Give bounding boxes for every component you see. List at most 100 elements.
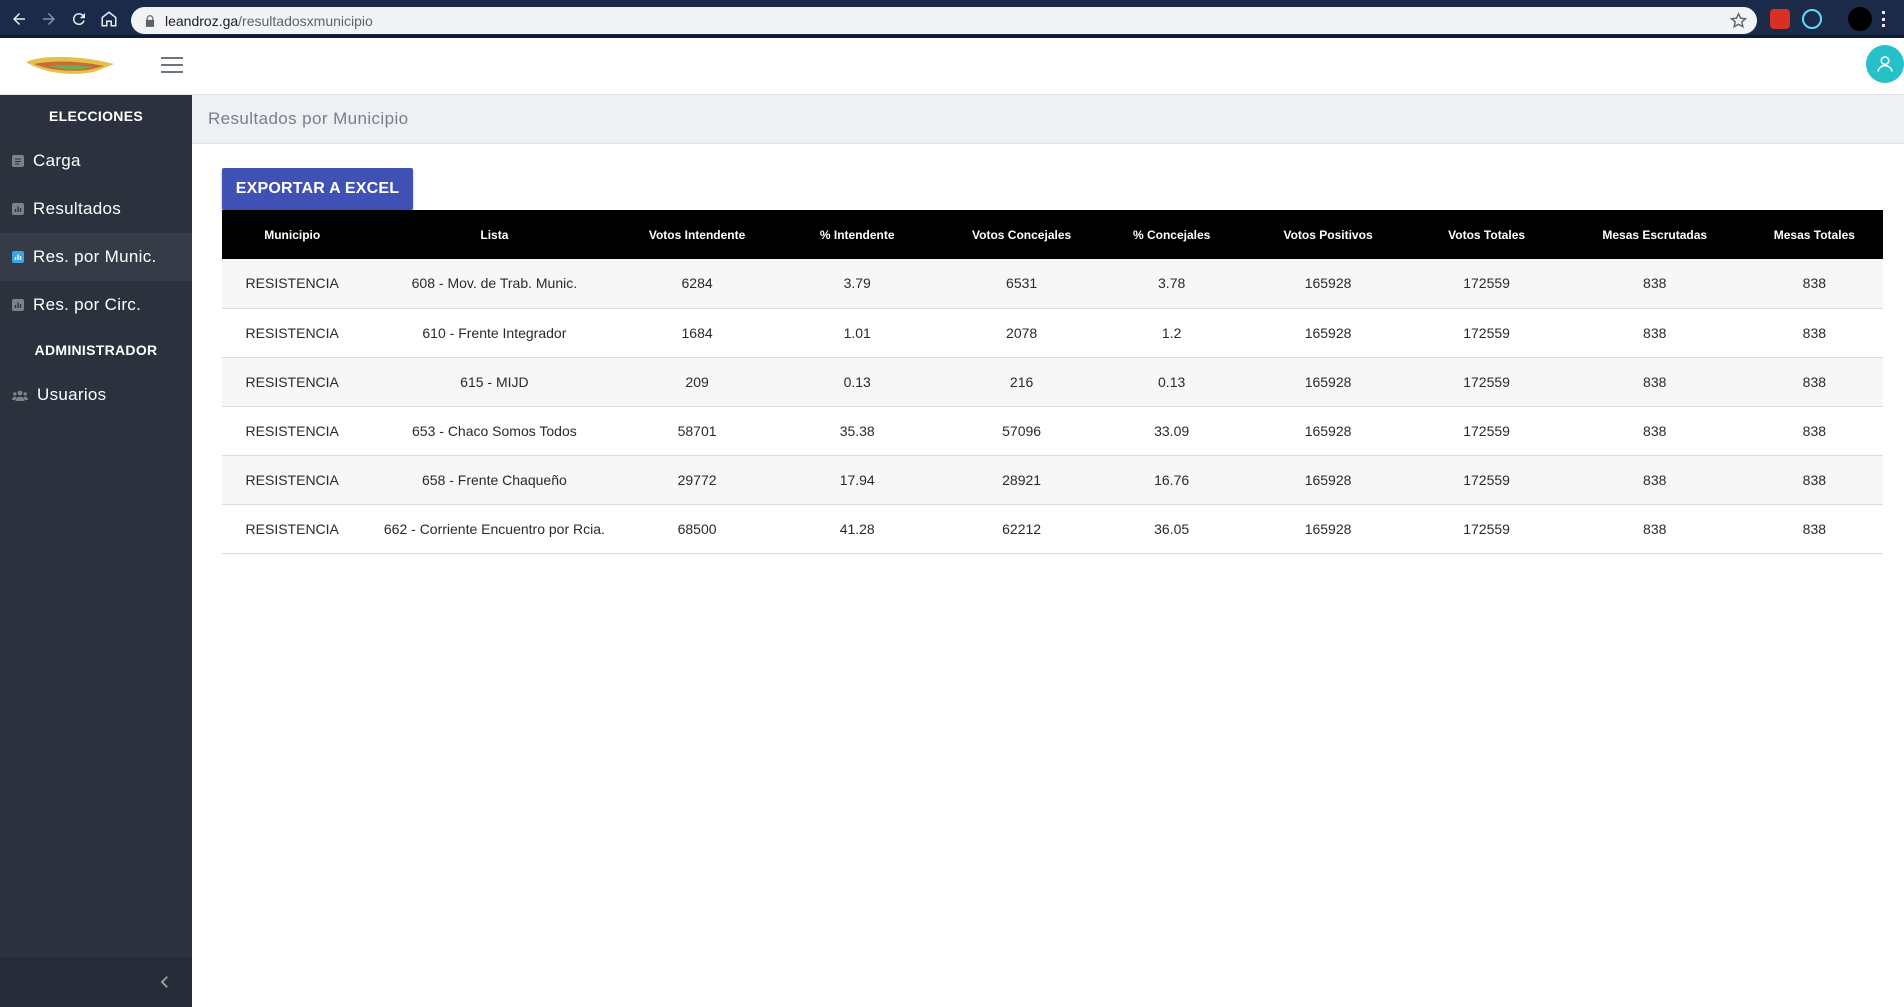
table-cell: 658 - Frente Chaqueño — [362, 455, 627, 505]
reload-button[interactable] — [66, 6, 92, 32]
chart-icon — [12, 299, 24, 311]
table-cell: 838 — [1745, 259, 1883, 309]
table-cell: 6284 — [626, 259, 768, 309]
page-title: Resultados por Municipio — [208, 109, 409, 128]
home-icon — [101, 11, 117, 27]
sidebar-item-resultados[interactable]: Resultados — [0, 185, 192, 233]
file-icon — [12, 155, 24, 167]
table-cell: 838 — [1563, 357, 1746, 407]
sidebar-toggle-button[interactable] — [161, 57, 183, 75]
app-header — [0, 38, 1904, 95]
user-avatar[interactable] — [1866, 45, 1904, 83]
url-text: leandroz.ga/resultadosxmunicipio — [165, 13, 373, 29]
table-cell: 165928 — [1246, 406, 1410, 456]
table-cell: RESISTENCIA — [222, 455, 363, 505]
sidebar: ELECCIONES Carga Resultados Res. por Mun… — [0, 95, 192, 1007]
column-header[interactable]: Votos Positivos — [1246, 210, 1410, 259]
table-cell: 172559 — [1409, 259, 1564, 309]
table-cell: 2078 — [946, 308, 1097, 358]
back-button[interactable] — [6, 6, 32, 32]
extension-react-icon[interactable] — [1802, 9, 1822, 29]
table-cell: 17.94 — [767, 455, 947, 505]
table-cell: 653 - Chaco Somos Todos — [362, 406, 627, 456]
table-row: RESISTENCIA 653 - Chaco Somos Todos 58701 3… — [222, 406, 1883, 456]
column-header[interactable]: % Intendente — [767, 210, 947, 259]
table-row: RESISTENCIA 662 - Corriente Encuentro por… — [222, 504, 1883, 554]
column-header[interactable]: Lista — [362, 210, 627, 259]
table-cell: 16.76 — [1096, 455, 1247, 505]
table-cell: 6531 — [946, 259, 1097, 309]
sidebar-item-label: Res. por Munic. — [33, 247, 157, 266]
table-cell: 610 - Frente Integrador — [362, 308, 627, 358]
address-bar[interactable]: leandroz.ga/resultadosxmunicipio — [131, 7, 1757, 34]
table-cell: 1.01 — [767, 308, 947, 358]
table-cell: RESISTENCIA — [222, 259, 363, 309]
logo[interactable] — [24, 52, 116, 80]
sidebar-item-label: Carga — [33, 151, 81, 170]
table-cell: 838 — [1745, 406, 1883, 456]
table-cell: 0.13 — [1096, 357, 1247, 407]
forward-button[interactable] — [36, 6, 62, 32]
column-header[interactable]: Mesas Totales — [1745, 210, 1883, 259]
table-cell: 838 — [1745, 455, 1883, 505]
column-header[interactable]: Votos Totales — [1409, 210, 1564, 259]
table-cell: 165928 — [1246, 259, 1410, 309]
table-cell: 1.2 — [1096, 308, 1247, 358]
table-cell: 35.38 — [767, 406, 947, 456]
table-row: RESISTENCIA 608 - Mov. de Trab. Munic. 628… — [222, 259, 1883, 309]
table-header-row: Municipio Lista Votos Intendente % Inten… — [222, 210, 1883, 259]
sidebar-item-carga[interactable]: Carga — [0, 137, 192, 185]
table-cell: 68500 — [626, 504, 768, 554]
table-cell: 3.78 — [1096, 259, 1247, 309]
browser-toolbar: leandroz.ga/resultadosxmunicipio — [0, 0, 1904, 38]
table-cell: 662 - Corriente Encuentro por Rcia. — [362, 504, 627, 554]
home-button[interactable] — [96, 6, 122, 32]
user-icon — [1877, 56, 1893, 72]
hamburger-icon — [161, 57, 183, 59]
bookmark-star-icon[interactable] — [1730, 12, 1747, 29]
users-icon — [12, 389, 28, 401]
reload-icon — [72, 13, 85, 26]
table-cell: 172559 — [1409, 406, 1564, 456]
sidebar-item-res-por-circ[interactable]: Res. por Circ. — [0, 281, 192, 329]
table-cell: 57096 — [946, 406, 1097, 456]
table-row: RESISTENCIA 615 - MIJD 209 0.13 216 0.13 16592… — [222, 357, 1883, 407]
profile-avatar-icon[interactable] — [1848, 7, 1872, 31]
table-cell: 838 — [1563, 455, 1746, 505]
table-cell: 28921 — [946, 455, 1097, 505]
sidebar-item-res-por-munic[interactable]: Res. por Munic. — [0, 233, 192, 281]
extension-adblock-icon[interactable] — [1770, 9, 1790, 29]
table-cell: RESISTENCIA — [222, 406, 363, 456]
arrow-left-icon — [13, 13, 25, 25]
url-host: leandroz.ga — [165, 12, 239, 29]
table-cell: 608 - Mov. de Trab. Munic. — [362, 259, 627, 309]
sidebar-item-label: Usuarios — [37, 385, 107, 404]
column-header[interactable]: % Concejales — [1096, 210, 1247, 259]
table-cell: 838 — [1563, 504, 1746, 554]
table-cell: 172559 — [1409, 308, 1564, 358]
table-body: RESISTENCIA 608 - Mov. de Trab. Munic. 628… — [222, 259, 1883, 554]
arrow-right-icon — [43, 13, 55, 25]
table-cell: 62212 — [946, 504, 1097, 554]
results-table: Municipio Lista Votos Intendente % Inten… — [222, 210, 1883, 554]
export-excel-button[interactable]: EXPORTAR A EXCEL — [222, 168, 413, 210]
hamburger-line — [161, 64, 183, 66]
sidebar-item-usuarios[interactable]: Usuarios — [0, 371, 192, 419]
table-row: RESISTENCIA 610 - Frente Integrador 1684 1.… — [222, 308, 1883, 358]
chevron-left-icon[interactable] — [156, 973, 174, 991]
sidebar-footer — [0, 957, 192, 1007]
column-header[interactable]: Votos Intendente — [626, 210, 768, 259]
table-cell: 838 — [1563, 406, 1746, 456]
browser-menu-icon[interactable] — [1882, 11, 1886, 27]
column-header[interactable]: Mesas Escrutadas — [1563, 210, 1746, 259]
table-cell: RESISTENCIA — [222, 504, 363, 554]
table-cell: 165928 — [1246, 455, 1410, 505]
breadcrumb: Resultados por Municipio — [192, 95, 1904, 144]
table-cell: 838 — [1745, 357, 1883, 407]
column-header[interactable]: Votos Concejales — [946, 210, 1097, 259]
sidebar-heading-elecciones: ELECCIONES — [48, 108, 143, 124]
chart-icon — [12, 251, 24, 263]
chart-icon — [12, 203, 24, 215]
table-cell: 165928 — [1246, 308, 1410, 358]
column-header[interactable]: Municipio — [222, 210, 363, 259]
